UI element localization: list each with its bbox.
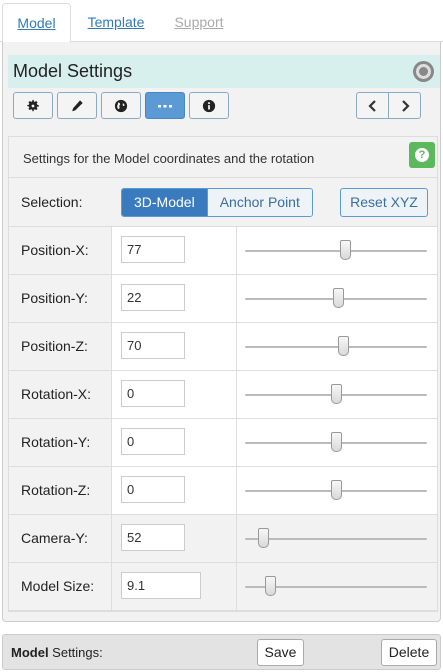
prev-button[interactable] [357, 93, 388, 118]
slider-handle[interactable] [331, 480, 342, 500]
rotation-z-row: Rotation-Z: 0 [9, 467, 437, 515]
rotation-x-row: Rotation-X: 0 [9, 371, 437, 419]
pencil-icon [72, 99, 83, 111]
slider-track[interactable] [245, 538, 427, 540]
settings-button[interactable] [13, 92, 53, 119]
slider-handle[interactable] [340, 240, 352, 260]
camera-y-slider[interactable] [237, 515, 437, 562]
rotation-x-input[interactable]: 0 [121, 380, 185, 407]
camera-y-row: Camera-Y: 52 [9, 515, 437, 563]
slider-track[interactable] [245, 346, 427, 348]
save-button[interactable]: Save [257, 639, 304, 666]
model-size-input-cell: 9.1 [111, 563, 237, 610]
rotation-y-slider[interactable] [237, 419, 437, 466]
gear-icon [27, 99, 39, 111]
slider-handle[interactable] [331, 384, 342, 404]
camera-y-input-cell: 52 [111, 515, 237, 562]
rotation-x-label: Rotation-X: [21, 386, 92, 402]
slider-handle[interactable] [338, 336, 350, 356]
tab-template[interactable]: Template [82, 3, 150, 43]
settings-box: Settings for the Model coordinates and t… [8, 136, 438, 612]
position-y-input[interactable]: 22 [121, 284, 185, 311]
slider-handle[interactable] [265, 576, 277, 596]
rotation-z-input-cell: 0 [111, 467, 237, 514]
rotation-y-input[interactable]: 0 [121, 428, 185, 455]
model-size-slider[interactable] [237, 563, 437, 610]
edit-button[interactable] [57, 92, 97, 119]
footer-label: Model Settings: [11, 645, 103, 660]
position-x-row: Position-X: 77 [9, 227, 437, 275]
footer-bar: Model Settings: Save Delete [2, 634, 441, 670]
position-z-label: Position-Z: [21, 338, 88, 354]
tab-support[interactable]: Support [168, 3, 230, 43]
more-button[interactable] [145, 92, 185, 119]
position-y-label: Position-Y: [21, 290, 88, 306]
rotation-x-input-cell: 0 [111, 371, 237, 418]
tab-model[interactable]: Model [2, 3, 71, 43]
position-y-input-cell: 22 [111, 275, 237, 322]
option-anchor-point[interactable]: Anchor Point [206, 189, 312, 216]
panel-header: Model Settings [8, 55, 440, 88]
panel-title: Model Settings [13, 61, 133, 81]
toolbar [8, 88, 440, 125]
position-y-row: Position-Y: 22 [9, 275, 437, 323]
camera-y-label: Camera-Y: [21, 530, 88, 546]
info-button[interactable] [189, 92, 229, 119]
record-icon[interactable] [413, 61, 434, 82]
info-icon [202, 99, 216, 112]
rotation-z-slider[interactable] [237, 467, 437, 514]
chevron-right-icon [401, 99, 410, 112]
slider-handle[interactable] [331, 432, 342, 452]
model-settings-panel: Model Settings Settings for the Model co… [2, 42, 441, 622]
selection-row: Selection: 3D-Model Anchor Point Reset X… [9, 179, 437, 227]
rotation-z-label: Rotation-Z: [21, 482, 91, 498]
rotation-y-input-cell: 0 [111, 419, 237, 466]
model-size-input[interactable]: 9.1 [121, 572, 201, 599]
tab-bar: Model Template Support [0, 0, 443, 43]
position-z-input[interactable]: 70 [121, 332, 185, 359]
nav-button-group [356, 92, 421, 119]
rotation-z-input[interactable]: 0 [121, 476, 185, 503]
model-size-label: Model Size: [21, 578, 95, 594]
globe-icon [114, 99, 128, 112]
slider-handle[interactable] [258, 528, 270, 548]
position-z-input-cell: 70 [111, 323, 237, 370]
question-icon: ? [415, 148, 429, 162]
delete-button[interactable]: Delete [381, 639, 437, 666]
ellipsis-icon [158, 104, 172, 107]
rotation-y-label: Rotation-Y: [21, 434, 91, 450]
option-3d-model[interactable]: 3D-Model [122, 189, 207, 216]
position-y-slider[interactable] [237, 275, 437, 322]
next-button[interactable] [388, 93, 420, 118]
slider-track[interactable] [245, 250, 427, 252]
position-x-label: Position-X: [21, 242, 89, 258]
model-size-row: Model Size: 9.1 [9, 563, 437, 611]
reset-xyz-button[interactable]: Reset XYZ [340, 188, 428, 217]
help-button[interactable]: ? [409, 142, 435, 168]
settings-header: Settings for the Model coordinates and t… [9, 137, 437, 178]
globe-button[interactable] [101, 92, 141, 119]
selection-label: Selection: [21, 194, 83, 210]
camera-y-input[interactable]: 52 [121, 524, 185, 551]
settings-description: Settings for the Model coordinates and t… [23, 151, 315, 166]
selection-toggle: 3D-Model Anchor Point [121, 188, 313, 217]
slider-handle[interactable] [332, 288, 344, 308]
rotation-y-row: Rotation-Y: 0 [9, 419, 437, 467]
position-z-slider[interactable] [237, 323, 437, 370]
position-x-input[interactable]: 77 [121, 236, 185, 263]
position-z-row: Position-Z: 70 [9, 323, 437, 371]
position-x-slider[interactable] [237, 227, 437, 274]
position-x-input-cell: 77 [111, 227, 237, 274]
rotation-x-slider[interactable] [237, 371, 437, 418]
chevron-left-icon [367, 99, 376, 112]
